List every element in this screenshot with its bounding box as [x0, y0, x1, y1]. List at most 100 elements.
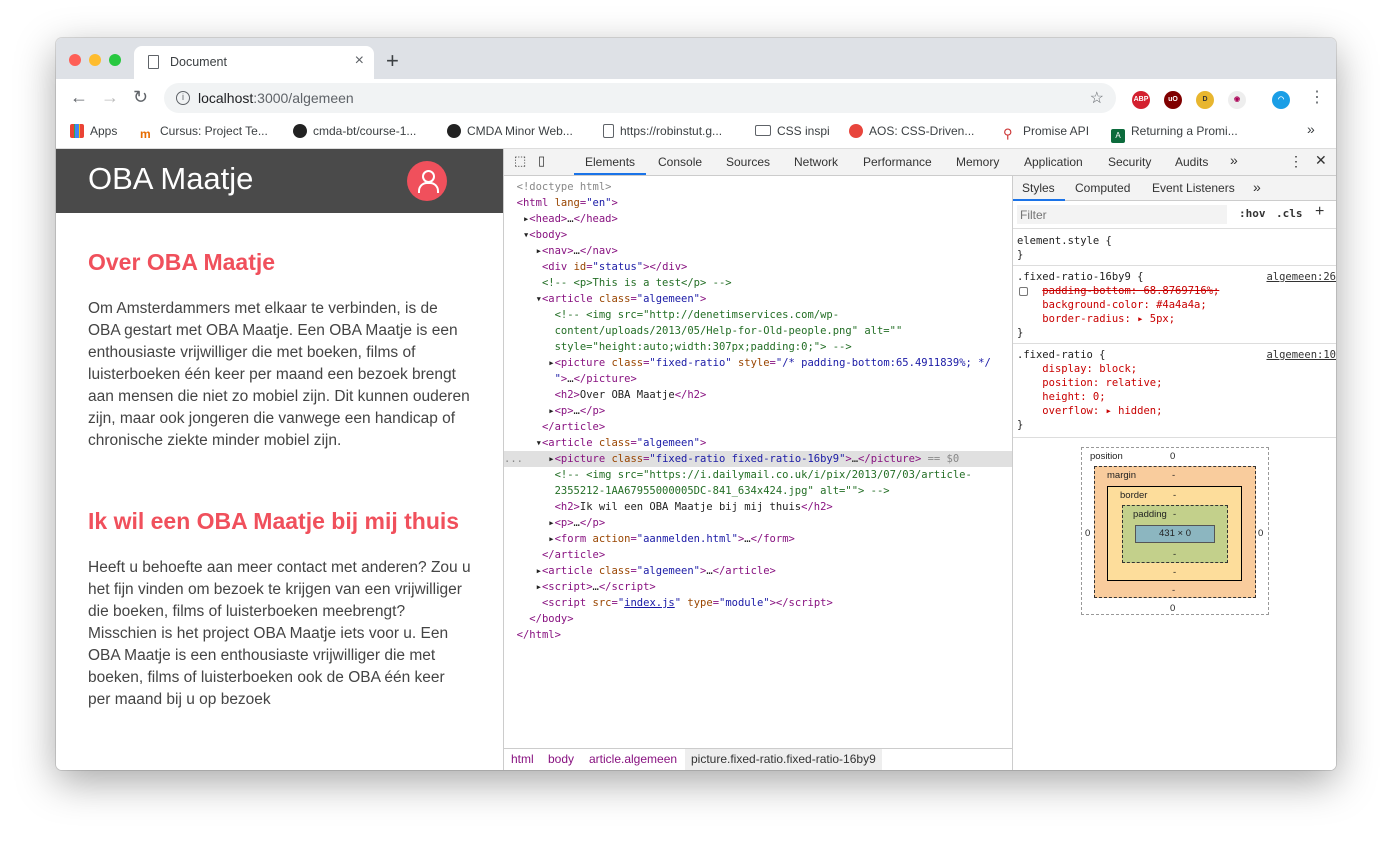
dom-line[interactable]: <!-- <img src="https://i.dailymail.co.uk…: [504, 467, 1012, 483]
dom-line[interactable]: <h2>Over OBA Maatje</h2>: [504, 387, 1012, 403]
dom-line[interactable]: ▸<p>…</p>: [504, 403, 1012, 419]
dom-line[interactable]: </html>: [504, 627, 1012, 643]
maximize-window-button[interactable]: [109, 54, 121, 66]
margin-top-value[interactable]: -: [1172, 470, 1175, 481]
new-tab-button[interactable]: +: [386, 48, 399, 74]
dom-line[interactable]: ▾<article class="algemeen">: [504, 291, 1012, 307]
hov-toggle[interactable]: :hov: [1239, 207, 1266, 220]
styles-filter-input[interactable]: [1017, 205, 1227, 224]
close-tab-icon[interactable]: ×: [355, 52, 364, 70]
padding-bottom-value[interactable]: -: [1173, 549, 1176, 560]
new-rule-icon[interactable]: +: [1315, 203, 1324, 221]
extension-d-icon[interactable]: D: [1196, 91, 1214, 109]
bookmark-apps[interactable]: Apps: [70, 124, 117, 138]
address-bar[interactable]: i localhost:3000/algemeen ☆: [164, 83, 1116, 113]
site-brand[interactable]: OBA Maatje: [88, 161, 253, 197]
eye-icon[interactable]: ◉: [1228, 91, 1246, 109]
dom-line[interactable]: ▸<script>…</script>: [504, 579, 1012, 595]
menu-icon[interactable]: ⋮: [1309, 87, 1325, 107]
user-icon[interactable]: [407, 161, 447, 201]
inspect-icon[interactable]: ⬚: [514, 153, 526, 169]
devtools-menu-icon[interactable]: ⋮: [1289, 153, 1303, 170]
decl[interactable]: height: 0;: [1013, 390, 1336, 404]
decl[interactable]: position: relative;: [1013, 376, 1336, 390]
bookmark-cursus[interactable]: m Cursus: Project Te...: [140, 124, 268, 141]
position-left-value[interactable]: 0: [1085, 528, 1090, 539]
info-icon[interactable]: i: [176, 91, 190, 105]
tab-application[interactable]: Application: [1024, 155, 1083, 169]
tab-console[interactable]: Console: [658, 155, 702, 169]
dom-line[interactable]: 2355212-1AA67955000005DC-841_634x424.jpg…: [504, 483, 1012, 499]
bookmark-promise-api[interactable]: ⚲ Promise API: [1003, 124, 1089, 141]
profile-icon[interactable]: ◠: [1272, 91, 1290, 109]
dom-line[interactable]: <!doctype html>: [504, 179, 1012, 195]
bookmark-css-inspi[interactable]: CSS inspi: [755, 124, 830, 138]
dom-line[interactable]: ▾<body>: [504, 227, 1012, 243]
position-bottom-value[interactable]: 0: [1170, 603, 1175, 614]
forward-icon[interactable]: →: [101, 87, 119, 108]
border-top-value[interactable]: -: [1173, 490, 1176, 501]
dom-line[interactable]: </article>: [504, 547, 1012, 563]
tab-memory[interactable]: Memory: [956, 155, 999, 169]
property-checkbox[interactable]: [1019, 287, 1028, 296]
bookmark-cmda-bt[interactable]: cmda-bt/course-1...: [293, 124, 416, 138]
dom-line[interactable]: ▸<picture class="fixed-ratio" style="/* …: [504, 355, 1012, 371]
close-devtools-icon[interactable]: ✕: [1315, 152, 1327, 169]
bookmark-robinstut[interactable]: https://robinstut.g...: [603, 124, 722, 138]
border-box[interactable]: border - - padding - - 431 × 0: [1107, 486, 1242, 581]
tab-sources[interactable]: Sources: [726, 155, 770, 169]
dom-line[interactable]: <h2>Ik wil een OBA Maatje bij mij thuis<…: [504, 499, 1012, 515]
tab-event-listeners[interactable]: Event Listeners: [1152, 181, 1235, 195]
tab-network[interactable]: Network: [794, 155, 838, 169]
dom-line[interactable]: ">…</picture>: [504, 371, 1012, 387]
decl[interactable]: display: block;: [1013, 362, 1336, 376]
breadcrumb-picture[interactable]: picture.fixed-ratio.fixed-ratio-16by9: [685, 749, 882, 770]
breadcrumb-html[interactable]: html: [511, 752, 534, 766]
device-toolbar-icon[interactable]: ▯: [538, 153, 545, 169]
tab-security[interactable]: Security: [1108, 155, 1151, 169]
ublock-icon[interactable]: uO: [1164, 91, 1182, 109]
close-window-button[interactable]: [69, 54, 81, 66]
tab-styles[interactable]: Styles: [1022, 181, 1055, 195]
tab-performance[interactable]: Performance: [863, 155, 932, 169]
dom-line[interactable]: ▸<nav>…</nav>: [504, 243, 1012, 259]
decl[interactable]: overflow: ▸ hidden;: [1013, 404, 1336, 418]
tab-computed[interactable]: Computed: [1075, 181, 1130, 195]
decl[interactable]: background-color: #4a4a4a;: [1013, 298, 1336, 312]
reload-icon[interactable]: ↻: [133, 87, 148, 108]
breadcrumb-body[interactable]: body: [548, 752, 574, 766]
dom-line[interactable]: <html lang="en">: [504, 195, 1012, 211]
dom-line[interactable]: </article>: [504, 419, 1012, 435]
position-top-value[interactable]: 0: [1170, 451, 1175, 462]
padding-box[interactable]: padding - - 431 × 0: [1122, 505, 1228, 563]
dom-line[interactable]: </body>: [504, 611, 1012, 627]
more-bookmarks-icon[interactable]: »: [1307, 121, 1315, 137]
tab-audits[interactable]: Audits: [1175, 155, 1208, 169]
cls-toggle[interactable]: .cls: [1276, 207, 1303, 220]
bookmark-returning-promise[interactable]: A Returning a Promi...: [1111, 124, 1238, 143]
dom-line[interactable]: ▸<form action="aanmelden.html">…</form>: [504, 531, 1012, 547]
bookmark-cmda-minor[interactable]: CMDA Minor Web...: [447, 124, 573, 138]
bookmark-aos[interactable]: AOS: CSS-Driven...: [849, 124, 974, 138]
position-right-value[interactable]: 0: [1258, 528, 1263, 539]
dom-line[interactable]: <!-- <img src="http://denetimservices.co…: [504, 307, 1012, 323]
border-bottom-value[interactable]: -: [1173, 567, 1176, 578]
dom-line[interactable]: <script src="index.js" type="module"></s…: [504, 595, 1012, 611]
dom-line[interactable]: ▸<p>…</p>: [504, 515, 1012, 531]
rule-source-link[interactable]: algemeen:26: [1266, 270, 1336, 284]
dom-line[interactable]: <div id="status"></div>: [504, 259, 1012, 275]
browser-tab[interactable]: Document ×: [134, 46, 374, 79]
more-tabs-icon[interactable]: »: [1230, 152, 1238, 168]
rule-selector[interactable]: element.style {: [1013, 234, 1336, 248]
content-box[interactable]: 431 × 0: [1135, 525, 1215, 543]
dom-line[interactable]: style="height:auto;width:307px;padding:0…: [504, 339, 1012, 355]
dom-line[interactable]: content/uploads/2013/05/Help-for-Old-peo…: [504, 323, 1012, 339]
margin-box[interactable]: margin - - border - - padding - - 431 × …: [1094, 466, 1256, 598]
bookmark-star-icon[interactable]: ☆: [1090, 88, 1104, 108]
more-tabs-icon[interactable]: »: [1253, 179, 1261, 195]
minimize-window-button[interactable]: [89, 54, 101, 66]
margin-bottom-value[interactable]: -: [1172, 585, 1175, 596]
tab-elements[interactable]: Elements: [585, 155, 635, 169]
dom-line[interactable]: ▾<article class="algemeen">: [504, 435, 1012, 451]
breadcrumb-article[interactable]: article.algemeen: [589, 752, 677, 766]
